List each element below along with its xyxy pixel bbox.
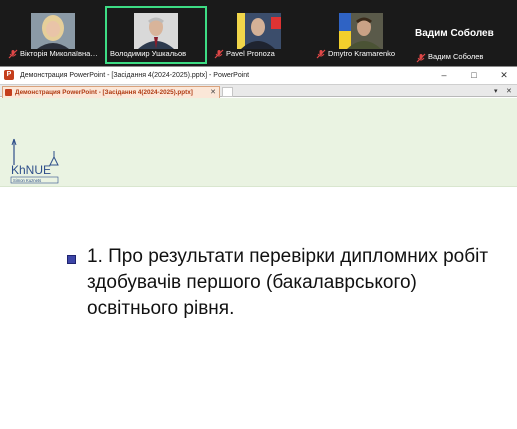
- participant-video: [31, 13, 75, 49]
- mic-muted-icon: [214, 49, 224, 59]
- minimize-button[interactable]: –: [433, 67, 455, 83]
- slide-bullet-text: 1. Про результати перевірки дипломних ро…: [87, 246, 489, 319]
- close-button[interactable]: ✕: [493, 67, 515, 83]
- mic-muted-icon: [316, 49, 326, 59]
- participant-gallery: Вікторія Миколаївна ... Володимир Ушкаль…: [0, 0, 517, 66]
- participant-tile[interactable]: Вікторія Миколаївна ...: [3, 6, 103, 64]
- participant-name: Pavel Pronoza: [226, 49, 275, 58]
- participant-video: [339, 13, 383, 49]
- powerpoint-icon: [5, 89, 12, 96]
- document-tab-label: Демонстрация PowerPoint - [Засідання 4(2…: [15, 89, 193, 96]
- dropdown-icon[interactable]: ▾: [494, 86, 498, 97]
- participant-tile[interactable]: Pavel Pronoza: [209, 6, 308, 64]
- document-tab[interactable]: Демонстрация PowerPoint - [Засідання 4(2…: [2, 86, 220, 98]
- participant-name: Dmytro Kramarenko: [328, 49, 396, 58]
- participant-tile[interactable]: Dmytro Kramarenko: [311, 6, 411, 64]
- logo-text: KhNUE: [11, 163, 51, 177]
- university-logo: KhNUE Simon Kuznets: [10, 138, 59, 184]
- participant-video: [236, 13, 281, 49]
- document-tab-bar: Демонстрация PowerPoint - [Засідання 4(2…: [0, 84, 517, 98]
- powerpoint-window: P Демонстрация PowerPoint - [Засідання 4…: [0, 66, 517, 429]
- participant-name: Вікторія Миколаївна ...: [20, 49, 98, 58]
- mic-muted-icon: [416, 53, 426, 63]
- slide-header-band: KhNUE Simon Kuznets: [0, 98, 517, 187]
- participant-name: Володимир Ушкальов: [110, 49, 187, 58]
- participant-name: Вадим Соболев: [428, 52, 484, 61]
- maximize-button[interactable]: □: [463, 67, 485, 83]
- powerpoint-icon: P: [4, 70, 14, 80]
- featured-participant-name: Вадим Соболев: [415, 28, 494, 39]
- mic-muted-icon: [8, 49, 18, 59]
- logo-subtitle: Simon Kuznets: [13, 178, 41, 183]
- window-title: Демонстрация PowerPoint - [Засідання 4(2…: [20, 71, 250, 79]
- close-icon[interactable]: ✕: [506, 86, 512, 97]
- tab-close-icon[interactable]: ✕: [210, 87, 216, 98]
- participant-video: [134, 13, 178, 49]
- window-titlebar[interactable]: P Демонстрация PowerPoint - [Засідання 4…: [0, 67, 517, 83]
- new-tab-button[interactable]: [222, 87, 233, 97]
- participant-tile-active[interactable]: Володимир Ушкальов: [105, 6, 207, 64]
- bullet-square: [67, 255, 76, 264]
- slide-canvas: KhNUE Simon Kuznets 1. Про результати пе…: [0, 98, 517, 429]
